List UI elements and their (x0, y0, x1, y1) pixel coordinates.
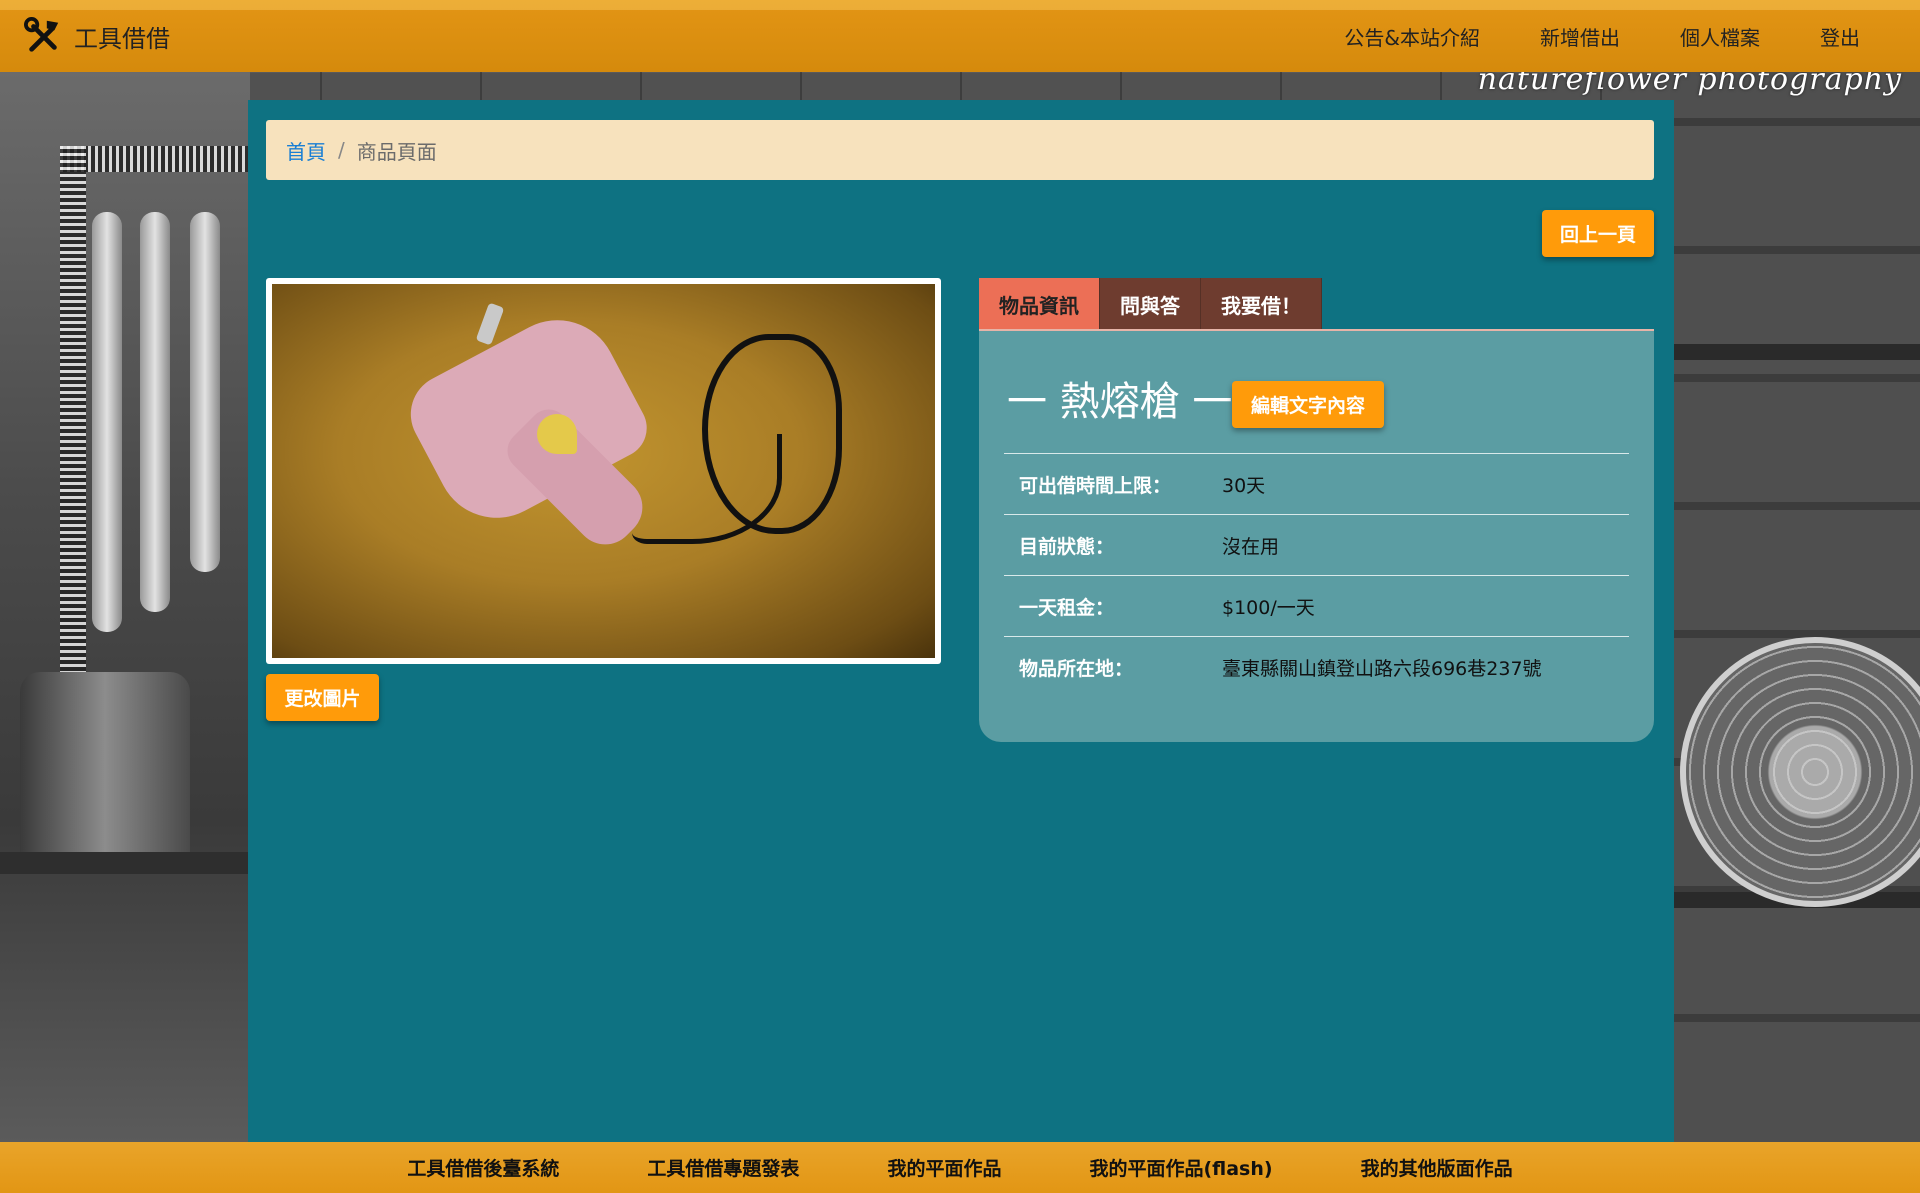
nav-menu: 公告&本站介紹 新增借出 個人檔案 登出 (1314, 22, 1890, 51)
item-tabs: 物品資訊 問與答 我要借！ (979, 278, 1322, 330)
footer-link-flash-works[interactable]: 我的平面作品(flash) (1045, 1154, 1316, 1181)
top-navbar: 工具借借 公告&本站介紹 新增借出 個人檔案 登出 (0, 0, 1920, 72)
detail-label: 可出借時間上限： (1019, 474, 1172, 497)
footer-link-presentation[interactable]: 工具借借專題發表 (603, 1154, 843, 1181)
tab-item-info[interactable]: 物品資訊 (979, 278, 1100, 330)
footer-link-other-works[interactable]: 我的其他版面作品 (1317, 1154, 1557, 1181)
nav-item-logout[interactable]: 登出 (1790, 22, 1890, 51)
background-tool-wall (0, 72, 430, 1142)
back-button[interactable]: 回上一頁 (1542, 210, 1654, 257)
table-row: 可出借時間上限： 30天 (1004, 453, 1629, 514)
photo-glue-gun-nozzle (475, 302, 505, 346)
background-oil-can (20, 672, 190, 862)
footer-bar: 工具借借後臺系統 工具借借專題發表 我的平面作品 我的平面作品(flash) 我… (0, 1142, 1920, 1193)
table-row: 目前狀態： 沒在用 (1004, 514, 1629, 575)
detail-value: 30天 (1222, 474, 1266, 497)
detail-label: 目前狀態： (1019, 535, 1115, 558)
background-shelf (0, 852, 250, 874)
change-image-button[interactable]: 更改圖片 (266, 674, 379, 721)
breadcrumb-separator: / (338, 138, 345, 162)
nav-item-new-lending[interactable]: 新增借出 (1510, 22, 1650, 51)
tab-borrow[interactable]: 我要借！ (1201, 278, 1322, 330)
detail-value: $100/一天 (1222, 596, 1315, 619)
background-wrench (140, 212, 170, 612)
table-row: 物品所在地： 臺東縣關山鎮登山路六段696巷237號 (1004, 636, 1629, 697)
edit-text-button[interactable]: 編輯文字內容 (1232, 381, 1384, 428)
background-fan (1680, 637, 1920, 907)
nav-item-profile[interactable]: 個人檔案 (1650, 22, 1790, 51)
background-wrench (92, 212, 122, 632)
tab-qa[interactable]: 問與答 (1100, 278, 1201, 330)
main-panel: 首頁 / 商品頁面 回上一頁 更改圖片 物品資訊 問與答 我要借！ 一 熱熔槍 … (248, 100, 1674, 1142)
breadcrumb-home-link[interactable]: 首頁 (286, 136, 326, 165)
detail-value: 沒在用 (1222, 535, 1280, 558)
item-photo-frame (266, 278, 941, 664)
breadcrumb: 首頁 / 商品頁面 (266, 120, 1654, 180)
background-shelves (1670, 72, 1920, 1142)
brand[interactable]: 工具借借 (24, 17, 170, 55)
detail-label: 一天租金： (1019, 596, 1115, 619)
background-wrench (190, 212, 220, 572)
item-title: 一 熱熔槍 一 (1007, 379, 1233, 425)
detail-value: 臺東縣關山鎮登山路六段696巷237號 (1222, 657, 1542, 680)
item-photo (272, 284, 935, 658)
background-shelf (1670, 344, 1920, 360)
nav-item-announcements[interactable]: 公告&本站介紹 (1314, 22, 1510, 51)
footer-link-admin[interactable]: 工具借借後臺系統 (363, 1154, 603, 1181)
breadcrumb-current: 商品頁面 (356, 139, 437, 164)
item-info-card: 一 熱熔槍 一 編輯文字內容 可出借時間上限： 30天 目前狀態： 沒在用 一天… (979, 331, 1654, 742)
footer-link-graphic-works[interactable]: 我的平面作品 (843, 1154, 1045, 1181)
tools-icon (24, 17, 59, 52)
table-row: 一天租金： $100/一天 (1004, 575, 1629, 636)
brand-name: 工具借借 (74, 24, 170, 53)
photo-glue-gun-trigger (537, 414, 577, 454)
item-details-table: 可出借時間上限： 30天 目前狀態： 沒在用 一天租金： $100/一天 物品所… (1004, 453, 1629, 697)
detail-label: 物品所在地： (1019, 657, 1134, 680)
